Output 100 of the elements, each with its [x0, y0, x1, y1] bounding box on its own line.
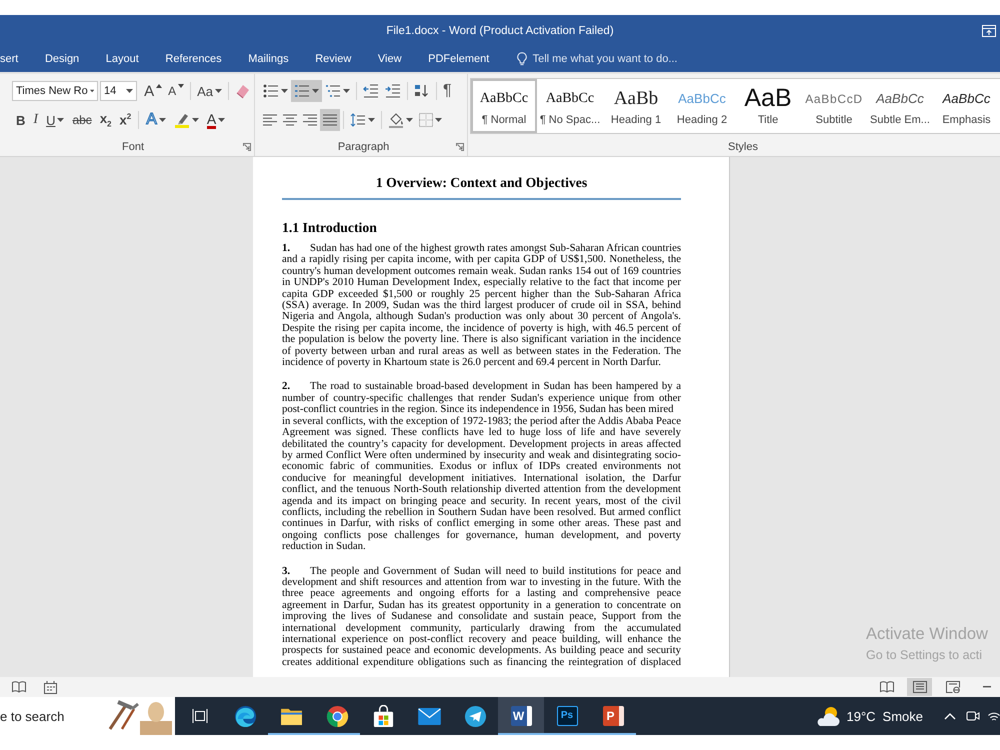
ribbon-tab[interactable]: Layout — [92, 50, 152, 70]
style-preview: AaBbCc — [876, 90, 924, 108]
tell-me-field[interactable]: Tell me what you want to do... — [516, 52, 678, 68]
style-preview: AaBbCc — [678, 90, 726, 108]
dropdown-caret-icon — [281, 89, 288, 93]
paint-bucket-icon — [388, 112, 404, 128]
multilevel-list-icon — [325, 84, 341, 98]
decrease-indent-icon — [363, 84, 379, 98]
style-gallery-item[interactable]: AaBbCc Heading 2 — [669, 79, 735, 133]
dropdown-caret-icon — [343, 89, 350, 93]
task-view-icon — [192, 708, 208, 724]
shopping-bag-icon — [372, 704, 394, 728]
taskbar-search-field[interactable]: e to search — [0, 697, 175, 735]
ribbon-tab[interactable]: Design — [32, 50, 92, 70]
up-caret-icon — [156, 84, 162, 88]
italic-button[interactable]: I — [29, 109, 42, 131]
web-page-icon — [946, 681, 960, 693]
bold-button[interactable]: B — [12, 109, 30, 131]
style-gallery-item[interactable]: AaBbCc Emphasis — [933, 79, 1000, 133]
align-right-icon — [303, 114, 317, 126]
group-label: Styles — [728, 140, 758, 152]
video-camera-icon[interactable] — [966, 709, 980, 723]
section-heading: 1.1 Introduction — [282, 219, 378, 236]
align-left-icon — [263, 114, 277, 126]
subscript-button[interactable]: x$_{2}$ — [96, 109, 116, 131]
paper-plane-icon — [464, 704, 486, 728]
cloud-sun-icon — [815, 705, 842, 727]
superscript-button[interactable]: x$^{2}$ — [116, 109, 136, 131]
align-center-icon — [283, 114, 297, 126]
underline-button[interactable]: U — [42, 109, 68, 131]
powerpoint-logo-icon: P — [602, 706, 624, 726]
ribbon-display-options-icon[interactable] — [982, 25, 996, 37]
font-size-field[interactable]: 14 — [100, 81, 138, 101]
numbered-list-icon — [294, 84, 310, 98]
ribbon-tab[interactable]: View — [364, 50, 415, 70]
numbering-button[interactable] — [291, 80, 322, 102]
style-gallery-item[interactable]: AaBbCc ¶ No Spac... — [537, 79, 603, 133]
increase-indent-icon — [385, 84, 401, 98]
sort-icon — [414, 84, 430, 98]
strikethrough-button[interactable]: abc — [68, 109, 96, 131]
change-case-button[interactable]: Aa — [194, 80, 225, 102]
style-preview: AaBbCcD — [805, 90, 863, 108]
style-preview: AaBbCc — [480, 90, 528, 108]
line-spacing-icon — [350, 113, 366, 127]
dropdown-caret-icon — [435, 118, 442, 122]
grow-font-button[interactable]: A — [141, 80, 166, 102]
weather-condition: Smoke — [882, 708, 923, 724]
style-preview: AaBb — [614, 86, 658, 110]
dropdown-caret-icon — [218, 118, 226, 122]
down-caret-icon — [178, 84, 184, 88]
ribbon-tab[interactable]: PDFelement — [414, 50, 503, 70]
dropdown-caret-icon — [158, 118, 166, 122]
taskbar-app-button[interactable]: W — [498, 697, 544, 735]
eraser-icon — [235, 83, 251, 99]
photoshop-logo-icon: Ps — [556, 706, 578, 726]
dropdown-caret-icon — [368, 118, 375, 122]
dialog-launcher-icon[interactable] — [456, 142, 464, 150]
group-label: Font — [122, 140, 144, 152]
body-paragraph: 3. The people and Government of Sudan will need to build institutions for peace and development and shift resources and attention from war to investing in the future. With the three peace agreements and ongoing efforts for a lasting and comprehensive peace agreement in Darfur, Sudan has its greatest opportunity in a generation to concentrate on improving the lives of Sudanese and consolidate and sustain peace, Support from the international development community, particularly drawing from the accumulated international experience on post-conflict recovery and peace building, will enhance the prospects for sustained peace and economic developments. As building peace and security creates additional expenditure obligations such as financing the reintegration of displaced — [282, 566, 681, 668]
font-name-field[interactable]: Times New Ro — [12, 81, 98, 101]
dropdown-caret-icon — [126, 89, 134, 93]
style-preview: AaBbCc — [546, 90, 594, 108]
dialog-launcher-icon[interactable] — [243, 142, 251, 150]
style-gallery-item[interactable]: AaBbCcD Subtitle — [801, 79, 867, 133]
style-gallery-item[interactable]: AaBb Heading 1 — [603, 79, 669, 133]
word-logo-icon: W — [510, 706, 532, 726]
dropdown-caret-icon — [57, 118, 64, 122]
document-title: 1 Overview: Context and Objectives — [374, 174, 588, 192]
chrome-browser-icon — [326, 704, 348, 728]
wifi-icon[interactable] — [988, 710, 1000, 722]
shrink-font-button[interactable]: A — [165, 80, 188, 102]
ribbon-tab[interactable]: References — [152, 50, 235, 70]
book-icon[interactable] — [12, 681, 26, 693]
ribbon-tab[interactable]: Review — [302, 50, 365, 70]
show-marks-button[interactable]: ¶ — [440, 80, 455, 102]
body-paragraph: 1. Sudan has had one of the highest growth rates amongst Sub-Saharan African countries and a rapidly rising per capita income, with per capita GDP of US$1,500. Nonetheless, the country's human development outcomes remain weak. Sudan ranks 154 out of 169 countries in UNDP's 2010 Human Development Index, especially relative to the fact that income per capita GDP exceeded $1,500 or roughly 25 percent higher than the Sub-Saharan Africa (SSA) average. In 2009, Sudan was the third largest producer of crude oil in SSA, behind Nigeria and Angola, although Sudan's production was only about 30 percent of Angola's. Despite the rising per capita income, the incidence of poverty is high, with 46.5 percent of the population is below the poverty line. There is also significant variation in the incidence of poverty between urban and rural areas as well as between states in the Federation. The incidence of poverty in Khartoum state is 26.0 percent and 69.4 percent in North Darfur. — [282, 243, 681, 368]
dropdown-caret-icon — [312, 89, 319, 93]
chevron-up-icon[interactable] — [944, 712, 956, 720]
calendar-icon[interactable] — [44, 680, 57, 694]
dropdown-caret-icon — [192, 118, 199, 122]
envelope-icon — [418, 708, 440, 724]
style-gallery-item[interactable]: AaBbCc ¶ Normal — [471, 79, 537, 133]
font-color-button[interactable]: A — [202, 109, 230, 131]
group-label: Paragraph — [338, 140, 390, 152]
justify-button[interactable] — [320, 109, 340, 131]
ribbon-tab[interactable]: Mailings — [234, 50, 302, 70]
dropdown-caret-icon — [215, 89, 222, 93]
print-layout-button[interactable] — [907, 678, 932, 696]
ribbon-tab[interactable]: sert — [0, 50, 32, 70]
lightbulb-icon — [516, 52, 527, 66]
style-gallery-item[interactable]: AaBbCc Subtle Em... — [867, 79, 933, 133]
taskbar-app-button[interactable]: Ps — [544, 697, 590, 735]
justify-icon — [323, 114, 337, 126]
taskbar-app-button[interactable]: P — [590, 697, 636, 735]
activation-title: Activate Window — [866, 625, 988, 644]
open-book-icon — [880, 681, 894, 693]
body-paragraph: 2. The road to sustainable broad-based development in Sudan has been hampered by a number of country-specific challenges that render Sudan's experience unique from other post-conflict countries in the region. Since its independence in 1956, Sudan has been mired in several conflicts, with the exception of 1972-1983; the period after the Addis Ababa Peace Agreement was signed. These conflicts have led to huge loss of life and have severely debilitated the country’s capacity for development. Development projects in areas affected by armed Conflict Were often undermined by insecurity and weak and disintegrating socio-economic fabric of communities. Exodus or influx of IDPs created environments not conducive for meaningful development initiatives. International isolation, the Darfur conflict, and the tenuous North-South relationship diverted attention from the development agenda and its impact on bringing peace and security. In recent years, most of the civil conflicts, including the rebellion in Southern Sudan have been resolved. But armed conflict continues in Darfur, with risks of conflict emerging in some other areas. These past and ongoing conflicts pose challenges for governance, human development, and poverty reduction in Sudan. — [282, 381, 681, 553]
window-title: File1.docx - Word (Product Activation Failed) — [386, 25, 614, 37]
style-gallery-item[interactable]: AaB Title — [735, 79, 801, 133]
dropdown-caret-icon — [406, 118, 413, 122]
